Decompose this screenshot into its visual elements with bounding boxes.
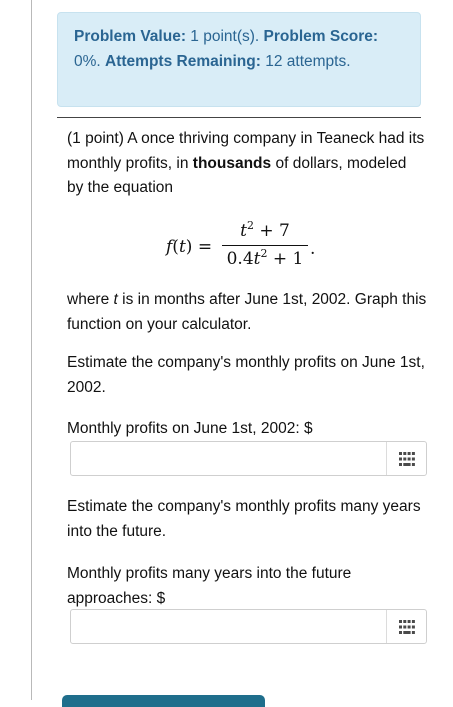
intro-emphasis: thousands [192, 154, 272, 172]
equation-end: . [310, 239, 316, 259]
equation: f(t) = t2 + 7 0.4t2 + 1 . [166, 219, 326, 273]
answer-1-input[interactable] [70, 441, 427, 476]
attempts-remaining-label: Attempts Remaining: [105, 52, 261, 70]
where-text: where t is in months after June 1st, 200… [67, 288, 427, 337]
answer-2-input[interactable] [70, 609, 427, 644]
problem-score-label: Problem Score: [263, 28, 379, 45]
question-2: Estimate the company's monthly profits m… [67, 498, 421, 540]
question-1: Estimate the company's monthly profits o… [67, 354, 425, 396]
answer-1-label: Monthly profits on June 1st, 2002: $ [67, 420, 313, 437]
problem-intro: (1 point) A once thriving company in Tea… [67, 127, 427, 201]
problem-info-box: Problem Value: 1 point(s). Problem Score… [57, 12, 421, 107]
where-prefix: where [67, 291, 110, 308]
answer-2-label: Monthly profits many years into the futu… [67, 565, 352, 607]
where-variable: t [113, 291, 118, 308]
divider [57, 117, 421, 118]
keypad-grid-icon[interactable] [386, 442, 426, 475]
left-border-line [31, 0, 32, 700]
attempts-remaining: 12 attempts. [265, 52, 351, 70]
keypad-grid-icon[interactable] [386, 610, 426, 643]
problem-value: 1 point(s). [190, 28, 260, 45]
problem-value-label: Problem Value: [74, 28, 186, 45]
fraction-bar [222, 245, 308, 247]
equation-numerator: t2 + 7 [240, 219, 290, 241]
where-suffix: is in months after June 1st, 2002. Graph… [67, 291, 427, 333]
equation-denominator: 0.4t2 + 1 [226, 247, 304, 269]
submit-button[interactable] [62, 695, 265, 707]
problem-score: 0%. [74, 52, 101, 70]
equation-lhs: f(t) = [166, 237, 213, 257]
